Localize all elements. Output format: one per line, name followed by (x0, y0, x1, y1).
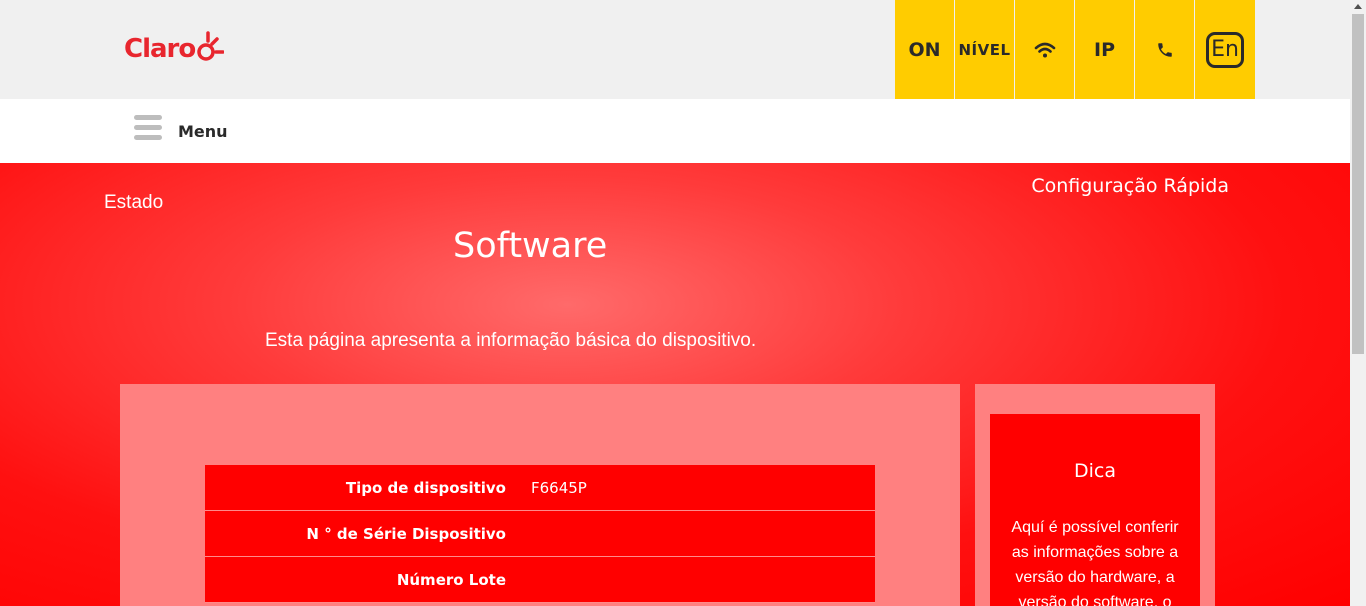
phone-icon (1157, 42, 1172, 57)
phone-button[interactable] (1135, 0, 1195, 99)
wifi-button[interactable] (1015, 0, 1075, 99)
device-info-table: Tipo de dispositivo F6645P N ° de Série … (205, 465, 875, 603)
vertical-scrollbar[interactable] (1350, 0, 1366, 606)
row-label: Número Lote (396, 570, 506, 589)
logo-sun-rays-icon (197, 31, 224, 61)
device-info-panel: Tipo de dispositivo F6645P N ° de Série … (120, 384, 960, 606)
power-on-button[interactable]: ON (895, 0, 955, 99)
page-title: Software (453, 226, 608, 266)
ip-button[interactable]: IP (1075, 0, 1135, 99)
tip-panel: Dica Aquí é possível conferir as informa… (975, 384, 1215, 606)
language-button[interactable]: En (1195, 0, 1255, 99)
language-label: En (1211, 37, 1239, 62)
tip-title: Dica (1074, 460, 1116, 482)
menu-bar: Menu (0, 99, 1350, 163)
wifi-icon (1034, 42, 1055, 57)
table-row: Número Lote (205, 557, 875, 603)
tip-box: Dica Aquí é possível conferir as informa… (990, 414, 1200, 606)
table-row: N ° de Série Dispositivo (205, 511, 875, 557)
row-label: N ° de Série Dispositivo (306, 524, 506, 543)
nivel-label: NÍVEL (958, 40, 1011, 59)
row-value: F6645P (531, 478, 587, 497)
language-icon: En (1206, 31, 1244, 68)
quick-status-icons: ON NÍVEL IP En (895, 0, 1255, 99)
quick-config-link[interactable]: Configuração Rápida (1031, 175, 1229, 197)
main-content: Estado Configuração Rápida Software Esta… (0, 163, 1350, 606)
scroll-up-arrow-icon[interactable] (1354, 4, 1362, 9)
scrollbar-thumb[interactable] (1352, 14, 1364, 354)
hamburger-menu-icon[interactable] (134, 115, 162, 141)
tip-text: Aquí é possível conferir as informações … (1011, 519, 1179, 606)
top-header: Claro ON NÍVEL IP En (0, 0, 1350, 99)
menu-button[interactable]: Menu (178, 122, 228, 141)
row-label: Tipo de dispositivo (345, 478, 506, 497)
ip-label: IP (1094, 38, 1115, 61)
on-label: ON (908, 38, 941, 61)
page-description: Esta página apresenta a informação básic… (265, 330, 757, 351)
breadcrumb-estado[interactable]: Estado (104, 192, 163, 214)
signal-level-button[interactable]: NÍVEL (955, 0, 1015, 99)
table-row: Tipo de dispositivo F6645P (205, 465, 875, 511)
claro-logo[interactable]: Claro (124, 30, 224, 70)
